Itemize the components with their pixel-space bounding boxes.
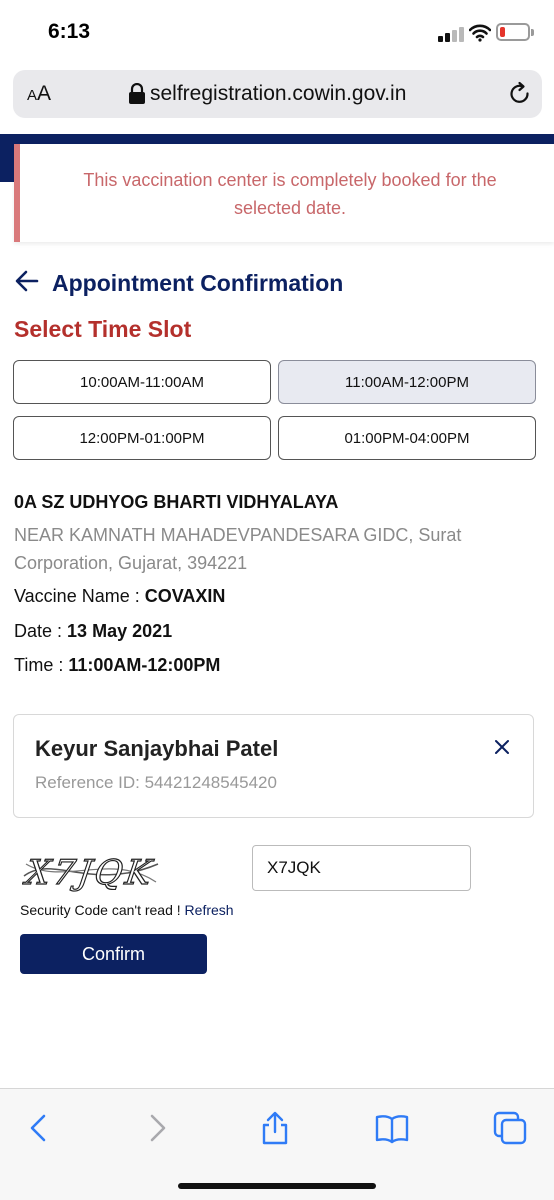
reference-id: Reference ID: 54421248545420 (35, 773, 277, 792)
battery-icon (496, 23, 530, 41)
forward-icon[interactable] (140, 1111, 174, 1145)
slot-button-1[interactable]: 10:00AM-11:00AM (13, 360, 271, 404)
refresh-link[interactable]: Refresh (185, 902, 234, 918)
back-icon[interactable] (22, 1111, 56, 1145)
share-icon[interactable] (258, 1111, 292, 1145)
page-title: Appointment Confirmation (52, 270, 344, 296)
wifi-icon (469, 24, 491, 42)
time-label: Time : (14, 655, 64, 675)
captcha-input[interactable] (252, 845, 471, 891)
home-indicator (178, 1183, 376, 1189)
text-size-button[interactable]: AA (27, 82, 51, 106)
slot-button-4[interactable]: 01:00PM-04:00PM (278, 416, 536, 460)
url-text[interactable]: selfregistration.cowin.gov.in (150, 82, 406, 106)
beneficiary-card: Keyur Sanjaybhai Patel Reference ID: 544… (13, 714, 534, 818)
back-arrow-icon[interactable] (14, 268, 40, 294)
vaccine-value: COVAXIN (144, 586, 226, 606)
slot-heading: Select Time Slot (14, 316, 192, 342)
captcha-text: X7JQK (22, 853, 157, 893)
reload-icon[interactable] (507, 81, 533, 107)
signal-icon (438, 26, 464, 42)
close-icon[interactable] (492, 737, 512, 757)
booked-alert: This vaccination center is completely bo… (14, 144, 554, 242)
slot-button-3[interactable]: 12:00PM-01:00PM (13, 416, 271, 460)
date-label: Date : (14, 621, 63, 641)
beneficiary-name: Keyur Sanjaybhai Patel (35, 736, 279, 761)
status-bar: 6:13 (0, 0, 554, 64)
battery-nub (531, 29, 534, 36)
address-bar[interactable]: AA selfregistration.cowin.gov.in (13, 70, 542, 118)
tabs-icon[interactable] (493, 1111, 527, 1145)
time-row: Time : 11:00AM-12:00PM (14, 655, 220, 676)
date-row: Date : 13 May 2021 (14, 621, 172, 642)
time-value: 11:00AM-12:00PM (68, 655, 221, 675)
center-name: 0A SZ UDHYOG BHARTI VIDHYALAYA (14, 492, 339, 512)
lock-icon (129, 83, 145, 104)
captcha-help: Security Code can't read ! Refresh (20, 902, 234, 918)
captcha-image: X7JQK (22, 853, 159, 894)
captcha-help-text: Security Code can't read ! (20, 902, 185, 918)
center-address: NEAR KAMNATH MAHADEVPANDESARA GIDC, Sura… (14, 525, 462, 573)
status-time: 6:13 (48, 20, 91, 43)
vaccine-label: Vaccine Name : (14, 586, 140, 606)
bookmarks-icon[interactable] (375, 1111, 409, 1145)
vaccine-row: Vaccine Name : COVAXIN (14, 586, 225, 607)
confirm-button[interactable]: Confirm (20, 934, 207, 974)
date-value: 13 May 2021 (67, 621, 173, 641)
alert-message: This vaccination center is completely bo… (83, 170, 497, 218)
slot-button-2[interactable]: 11:00AM-12:00PM (278, 360, 536, 404)
